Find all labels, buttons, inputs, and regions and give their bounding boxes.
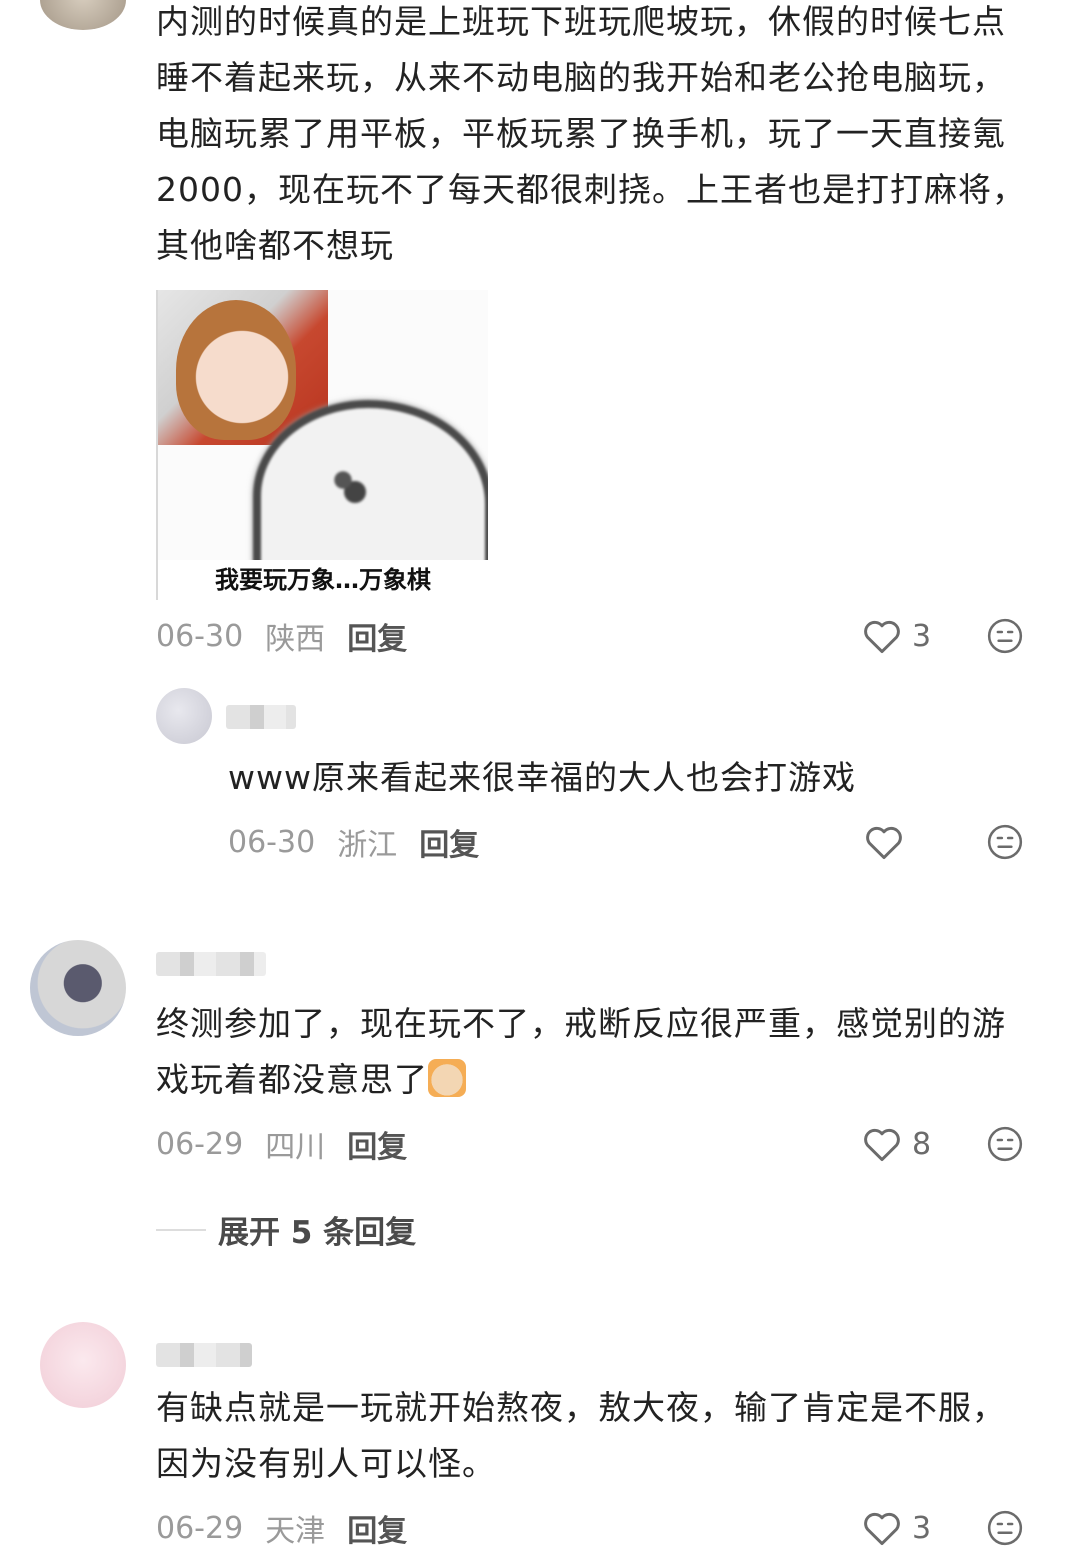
reply-button[interactable]: 回复 <box>347 1122 407 1166</box>
username-blurred[interactable] <box>156 952 266 976</box>
username-blurred[interactable] <box>226 705 296 729</box>
heart-outline-icon <box>864 1128 900 1162</box>
like-button[interactable]: 8 <box>862 1122 931 1166</box>
reply-button[interactable]: 回复 <box>419 820 479 864</box>
comment-location: 四川 <box>265 1130 326 1165</box>
comment-date: 06-30 <box>228 824 316 860</box>
avatar[interactable] <box>30 940 126 1036</box>
meh-face-icon[interactable] <box>986 1125 1024 1163</box>
comment-text: www原来看起来很幸福的大人也会打游戏 <box>228 758 856 797</box>
avatar[interactable] <box>40 0 126 30</box>
comment-text: 有缺点就是一玩就开始熬夜，敖大夜，输了肯定是不服， 因为没有别人可以怪。 <box>156 1388 1006 1483</box>
like-button[interactable]: 3 <box>862 1506 931 1550</box>
comment-meta: 06-29 四川 回复 <box>156 1122 407 1166</box>
like-button[interactable] <box>864 820 914 864</box>
like-button[interactable]: 3 <box>862 614 931 658</box>
comment-date: 06-30 <box>156 618 244 654</box>
expand-replies-label: 展开 5 条回复 <box>218 1215 417 1251</box>
comment-text: 终测参加了，现在玩不了，戒断反应很严重，感觉别的游 戏玩着都没意思了 <box>156 1004 1006 1099</box>
heart-outline-icon <box>864 620 900 654</box>
reply-button[interactable]: 回复 <box>347 614 407 658</box>
expand-replies-button[interactable]: 展开 5 条回复 <box>156 1207 416 1252</box>
meh-face-icon[interactable] <box>986 1509 1024 1547</box>
crying-dog-emoji-icon <box>428 1058 466 1097</box>
comment-date: 06-29 <box>156 1510 244 1546</box>
meh-face-icon[interactable] <box>986 823 1024 861</box>
like-count: 3 <box>912 618 932 654</box>
username-blurred[interactable] <box>156 1343 252 1367</box>
comment-date: 06-29 <box>156 1126 244 1162</box>
heart-outline-icon <box>866 826 902 860</box>
divider-line <box>156 1228 206 1231</box>
heart-outline-icon <box>864 1512 900 1546</box>
meh-face-icon[interactable] <box>986 617 1024 655</box>
comment-meta: 06-30 浙江 回复 <box>228 820 479 864</box>
comment-location: 陕西 <box>265 622 326 657</box>
comment-meta: 06-29 天津 回复 <box>156 1506 407 1550</box>
like-count: 8 <box>912 1126 932 1162</box>
comment-location: 浙江 <box>337 828 398 863</box>
comment-text: 内测的时候真的是上班玩下班玩爬坡玩，休假的时候七点 睡不着起来玩，从来不动电脑的… <box>156 2 1026 265</box>
like-count: 3 <box>912 1510 932 1546</box>
meme-image[interactable]: 我要玩万象…万象棋 <box>156 290 488 600</box>
comment-location: 天津 <box>265 1514 326 1549</box>
avatar[interactable] <box>40 1322 126 1408</box>
comment-meta: 06-30 陕西 回复 <box>156 614 407 658</box>
reply-button[interactable]: 回复 <box>347 1506 407 1550</box>
character-face <box>176 300 296 440</box>
meme-caption: 我要玩万象…万象棋 <box>158 560 488 600</box>
avatar[interactable] <box>156 688 212 744</box>
